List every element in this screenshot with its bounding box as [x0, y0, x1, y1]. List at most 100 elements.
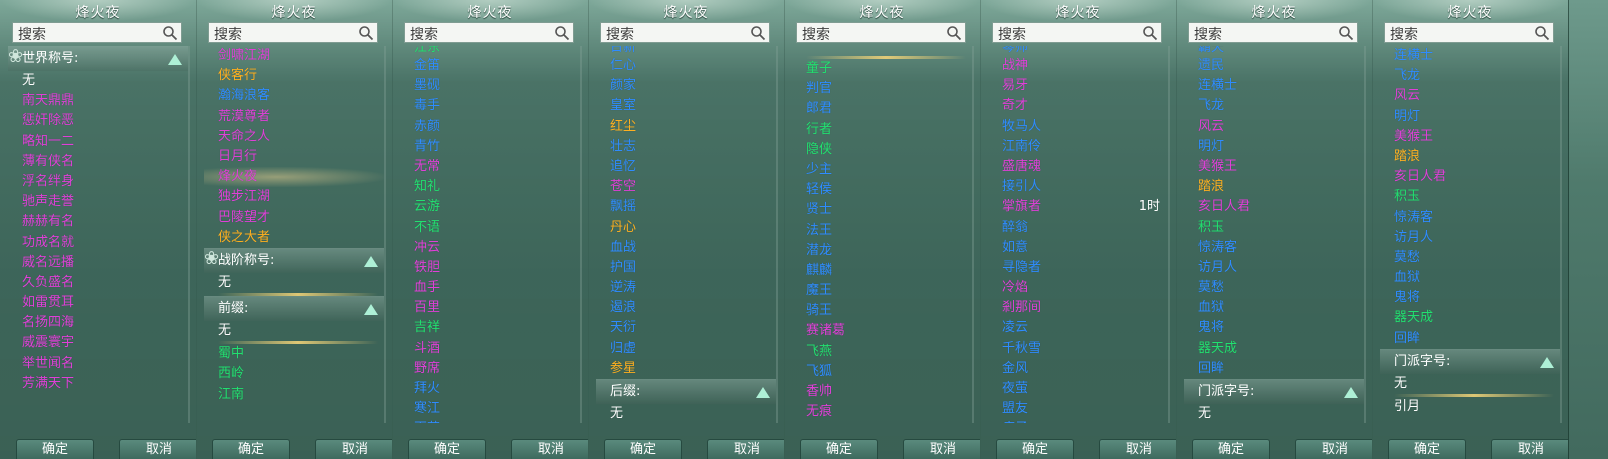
list-item[interactable]: 无 [204, 273, 384, 293]
search-icon[interactable] [162, 25, 178, 41]
list-item[interactable]: 引月 [1380, 397, 1560, 417]
list-item[interactable]: 天命之人 [204, 127, 384, 147]
list-item[interactable]: 访月人 [1184, 258, 1364, 278]
list-item[interactable]: 美猴王 [1184, 157, 1364, 177]
list-item[interactable]: 无 [204, 321, 384, 341]
list-item[interactable]: 隐侠 [792, 140, 972, 160]
list-item[interactable]: 苍空 [596, 177, 776, 197]
list-item[interactable]: 名扬四海 [8, 313, 188, 333]
list-item[interactable]: 举世闻名 [8, 354, 188, 374]
list-item[interactable]: 驰声走誉 [8, 192, 188, 212]
list-item[interactable]: 不语 [400, 218, 580, 238]
collapse-triangle-icon[interactable] [1540, 356, 1554, 368]
title-list[interactable]: 江东金笛墨砚毒手赤颜青竹无常知礼云游不语冲云铁胆血手百里吉祥斗酒野席拜火寒江百花 [400, 46, 582, 423]
list-item[interactable]: 盟友 [988, 399, 1168, 419]
list-item[interactable]: 轻侯 [792, 180, 972, 200]
title-list[interactable]: 日新 仁心 颜家 皇室 红尘 壮志 追忆 苍空 飘摇 丹心 血战 护国 逆涛 遏浪 天衍 归虚 参星 后缀: 无 [596, 46, 778, 423]
list-item[interactable]: 烽火夜 [204, 167, 384, 188]
list-item[interactable]: 侠客行 [204, 66, 384, 86]
collapse-triangle-icon[interactable] [364, 304, 378, 316]
section-header[interactable]: ❀ 战阶称号: [204, 247, 384, 273]
list-item[interactable]: 骑王 [792, 301, 972, 321]
list-item[interactable]: 江东 [400, 46, 580, 56]
list-item[interactable]: 百里 [400, 298, 580, 318]
confirm-button[interactable]: 确定 [800, 439, 878, 459]
confirm-button[interactable]: 确定 [1388, 439, 1466, 459]
list-item[interactable]: 回眸 [1184, 359, 1364, 379]
search-input[interactable]: 搜索 [404, 22, 574, 43]
list-item[interactable]: 麒麟 [792, 261, 972, 281]
list-item[interactable]: 功成名就 [8, 233, 188, 253]
search-icon[interactable] [750, 25, 766, 41]
list-item[interactable]: 瀚海浪客 [204, 86, 384, 106]
list-item[interactable]: 赤颜 [400, 117, 580, 137]
list-item[interactable]: 潜龙 [792, 241, 972, 261]
list-item[interactable]: 踏浪 [1380, 147, 1560, 167]
search-icon[interactable] [1534, 25, 1550, 41]
search-icon[interactable] [554, 25, 570, 41]
list-item[interactable]: 无 [596, 404, 776, 423]
list-item[interactable]: 亥日人君 [1380, 167, 1560, 187]
title-list[interactable]: 童子判官郎君行者隐侠少主轻侯贤士法王潜龙麒麟魔王骑王赛诸葛飞燕飞狐香帅无痕探花 [792, 46, 974, 423]
list-item[interactable]: 浮名绊身 [8, 172, 188, 192]
list-item[interactable]: 醉翁 [988, 218, 1168, 238]
list-item[interactable]: 青竹 [400, 137, 580, 157]
list-item[interactable]: 金风 [988, 359, 1168, 379]
cancel-button[interactable]: 取消 [511, 439, 588, 459]
list-item[interactable]: 鬼将 [1380, 288, 1560, 308]
list-item[interactable]: 血狱 [1380, 268, 1560, 288]
list-item[interactable]: 芳满天下 [8, 374, 188, 394]
list-item[interactable]: 寒江 [400, 399, 580, 419]
list-item[interactable]: 红尘 [596, 117, 776, 137]
list-item[interactable]: 郎君 [792, 99, 972, 119]
list-item[interactable]: 拜火 [400, 379, 580, 399]
confirm-button[interactable]: 确定 [1192, 439, 1270, 459]
search-input[interactable]: 搜索 [600, 22, 770, 43]
list-item[interactable]: 莫愁 [1380, 248, 1560, 268]
list-item[interactable]: 江南 [204, 385, 384, 405]
list-item[interactable]: 霸天 [1184, 46, 1364, 56]
list-item[interactable]: 野席 [400, 359, 580, 379]
list-item[interactable]: 薄有侠名 [8, 152, 188, 172]
list-item[interactable]: 探花 [792, 422, 972, 423]
list-item[interactable]: 如雷贯耳 [8, 293, 188, 313]
list-item[interactable]: 飞龙 [1184, 96, 1364, 116]
list-item[interactable]: 美猴王 [1380, 127, 1560, 147]
list-item[interactable]: 毒手 [400, 96, 580, 116]
search-icon[interactable] [946, 25, 962, 41]
cancel-button[interactable]: 取消 [119, 439, 196, 459]
list-item[interactable]: 风云 [1184, 117, 1364, 137]
list-item[interactable]: 遗民 [1184, 56, 1364, 76]
list-item[interactable]: 飘摇 [596, 197, 776, 217]
list-item[interactable]: 访月人 [1380, 228, 1560, 248]
list-item[interactable]: 魔王 [792, 281, 972, 301]
list-item[interactable]: 盛唐魂 [988, 157, 1168, 177]
list-item[interactable]: 亥日人君 [1184, 197, 1364, 217]
list-item[interactable]: 金笛 [400, 56, 580, 76]
list-item[interactable]: 云游 [400, 197, 580, 217]
section-header[interactable]: 门派字号: [1380, 348, 1560, 374]
confirm-button[interactable]: 确定 [604, 439, 682, 459]
title-list[interactable]: 连横士 飞龙 风云 明灯 美猴王 踏浪 亥日人君 积玉 惊涛客 访月人 莫愁 血狱 鬼将 器天成 回眸 门派字… [1380, 46, 1562, 423]
list-item[interactable]: 踏浪 [1184, 177, 1364, 197]
list-item[interactable]: 逆涛 [596, 278, 776, 298]
list-item[interactable]: 香帅 [792, 382, 972, 402]
list-item[interactable]: 独步江湖 [204, 187, 384, 207]
list-item[interactable]: 日月行 [204, 147, 384, 167]
list-item[interactable]: 惩奸除恶 [8, 111, 188, 131]
list-item[interactable]: 威震寰宇 [8, 333, 188, 353]
search-input[interactable]: 搜索 [796, 22, 966, 43]
list-item[interactable]: 器天成 [1380, 308, 1560, 328]
list-item[interactable]: 千秋雪 [988, 339, 1168, 359]
title-list[interactable]: 剑啸江湖 侠客行 瀚海浪客 荒漠尊者 天命之人 日月行 烽火夜 独步江湖 巴陵望才 侠之大者 ❀ 战阶… [204, 46, 386, 423]
list-item[interactable]: 明灯 [1380, 107, 1560, 127]
list-item[interactable]: 判官 [792, 79, 972, 99]
cancel-button[interactable]: 取消 [1099, 439, 1176, 459]
list-item[interactable]: 无痕 [792, 402, 972, 422]
list-item[interactable]: 久负盛名 [8, 273, 188, 293]
list-item[interactable]: 西岭 [204, 364, 384, 384]
cancel-button[interactable]: 取消 [903, 439, 980, 459]
list-item[interactable]: 牧马人 [988, 117, 1168, 137]
list-item[interactable]: 护国 [596, 258, 776, 278]
list-item[interactable]: 惊涛客 [1184, 238, 1364, 258]
